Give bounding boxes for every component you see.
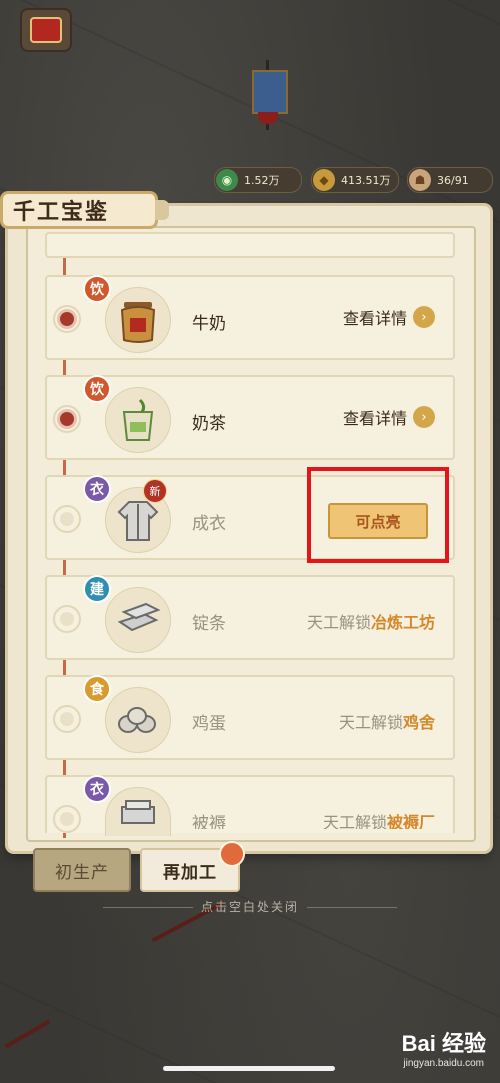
- unlock-requirement: 天工解锁冶炼工坊: [307, 609, 435, 633]
- unlock-target: 被褥厂: [386, 813, 435, 829]
- unlock-target: 冶炼工坊: [370, 613, 435, 632]
- jade-coin-icon: ◉: [216, 169, 238, 191]
- view-details-button[interactable]: 查看详情 ›: [343, 305, 435, 329]
- eggs-icon: [105, 687, 171, 753]
- bedding-icon: [105, 787, 171, 836]
- population-icon: ☗: [409, 169, 431, 191]
- resource-gold-coin: ◆ 413.51万: [311, 167, 399, 193]
- item-name: 被褥: [192, 814, 226, 829]
- item-name: 牛奶: [192, 314, 226, 334]
- view-details-label: 查看详情: [342, 309, 407, 328]
- watermark-url: jingyan.baidu.com: [403, 1058, 484, 1069]
- timeline-dot: [53, 805, 81, 833]
- chevron-right-icon: ›: [413, 306, 435, 328]
- new-badge: 新: [143, 479, 167, 503]
- notification-dot: [219, 841, 245, 867]
- unlock-prefix: 天工解锁: [338, 713, 403, 732]
- unlock-target: 鸡舍: [402, 713, 435, 732]
- item-name: 成衣: [192, 514, 226, 534]
- unlock-prefix: 天工解锁: [322, 813, 387, 829]
- timeline-dot: [53, 705, 81, 733]
- item-name: 鸡蛋: [192, 714, 226, 734]
- home-indicator[interactable]: [163, 1066, 335, 1071]
- resource-value: 36/91: [437, 173, 469, 187]
- list-item[interactable]: 建 锭条 天工解锁冶炼工坊: [45, 575, 455, 660]
- panel-title: 千工宝鉴: [0, 191, 169, 229]
- unlock-requirement: 天工解锁鸡舍: [339, 709, 435, 733]
- unlock-requirement: 天工解锁被褥厂: [323, 809, 435, 829]
- list-item[interactable]: 饮 奶茶 查看详情 ›: [45, 375, 455, 460]
- category-badge-cloth: 衣: [83, 775, 111, 803]
- unlock-prefix: 天工解锁: [306, 613, 371, 632]
- banner-flag-icon: [246, 60, 290, 130]
- view-details-button[interactable]: 查看详情 ›: [343, 405, 435, 429]
- resource-jade-coin: ◉ 1.52万: [214, 167, 302, 193]
- timeline-dot: [53, 505, 81, 533]
- chevron-right-icon: ›: [413, 406, 435, 428]
- gold-coin-icon: ◆: [313, 169, 335, 191]
- milk-jar-icon: [105, 287, 171, 353]
- milk-tea-cup-icon: [105, 387, 171, 453]
- list-item[interactable]: 衣 被褥 天工解锁被褥厂: [45, 775, 455, 836]
- category-badge-drink: 饮: [83, 375, 111, 403]
- resource-value: 1.52万: [244, 174, 280, 187]
- item-name: 奶茶: [192, 414, 226, 434]
- item-name: 锭条: [192, 614, 226, 634]
- watermark-brand: Bai 经验: [401, 1031, 486, 1056]
- tab-primary-production[interactable]: 初生产: [33, 848, 131, 892]
- list-item-partial: [45, 232, 455, 258]
- ingot-bar-icon: [105, 587, 171, 653]
- top-menu-icon[interactable]: [20, 8, 72, 52]
- close-hint: 点击空白处关闭: [0, 898, 500, 915]
- close-hint-text: 点击空白处关闭: [200, 900, 299, 914]
- panel-title-text: 千工宝鉴: [13, 199, 110, 225]
- timeline-dot: [53, 305, 81, 333]
- list-item[interactable]: 食 鸡蛋 天工解锁鸡舍: [45, 675, 455, 760]
- resource-population: ☗ 36/91: [407, 167, 493, 193]
- timeline-dot: [53, 405, 81, 433]
- category-badge-cloth: 衣: [83, 475, 111, 503]
- category-badge-drink: 饮: [83, 275, 111, 303]
- category-badge-build: 建: [83, 575, 111, 603]
- timeline-dot: [53, 605, 81, 633]
- category-badge-food: 食: [83, 675, 111, 703]
- resource-value: 413.51万: [341, 174, 391, 187]
- list-item[interactable]: 饮 牛奶 查看详情 ›: [45, 275, 455, 360]
- highlight-annotation-box: [307, 467, 449, 563]
- view-details-label: 查看详情: [342, 409, 407, 428]
